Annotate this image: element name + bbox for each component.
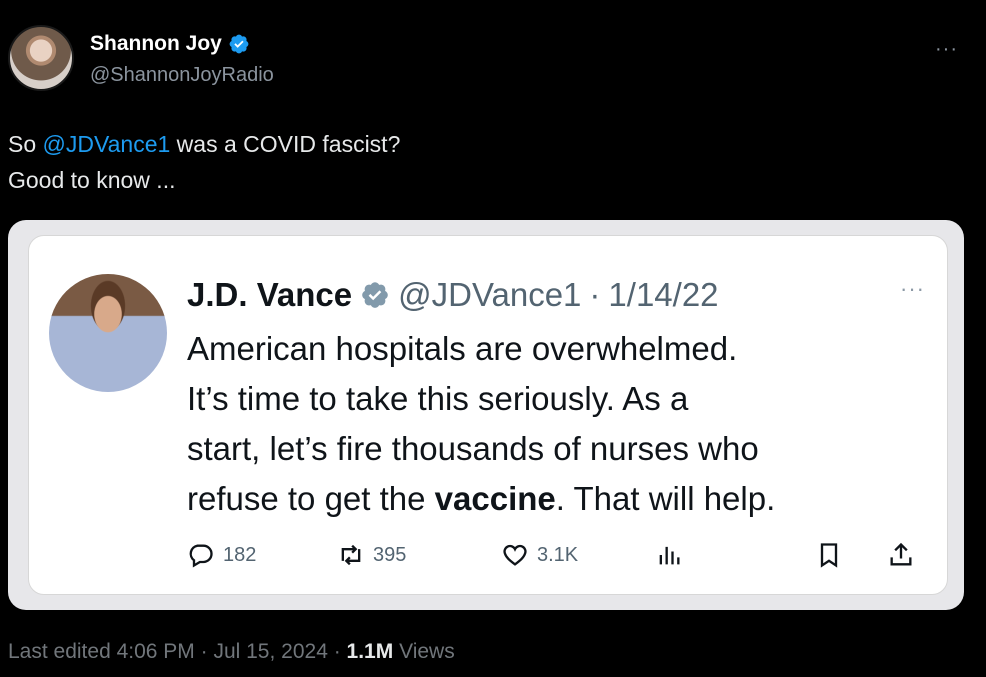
heart-icon bbox=[503, 544, 527, 566]
separator-dot: · bbox=[589, 276, 601, 313]
author-name[interactable]: Shannon Joy bbox=[90, 32, 222, 56]
like-button[interactable]: 3.1K bbox=[501, 541, 578, 569]
quoted-body-line4: refuse to get the vaccine. That will hel… bbox=[187, 474, 927, 524]
analytics-icon bbox=[659, 546, 680, 565]
quoted-post-frame: J.D. Vance @JDVance1 · 1/14/22 ··· Ameri… bbox=[8, 220, 964, 610]
post-header: Shannon Joy @ShannonJoyRadio ··· bbox=[8, 22, 978, 98]
quoted-more-options-icon[interactable]: ··· bbox=[900, 276, 925, 302]
post-text-prefix: So bbox=[8, 131, 43, 157]
post-text: So @JDVance1 was a COVID fascist? Good t… bbox=[8, 126, 400, 198]
edited-timestamp[interactable]: Last edited 4:06 PM · Jul 15, 2024 · bbox=[8, 640, 347, 663]
post-text-suffix: was a COVID fascist? bbox=[170, 131, 401, 157]
post-text-line2: Good to know ... bbox=[8, 167, 176, 193]
post-footer: Last edited 4:06 PM · Jul 15, 2024 · 1.1… bbox=[8, 640, 455, 664]
quoted-body-line4-post: . That will help. bbox=[555, 480, 776, 517]
quoted-post-card[interactable]: J.D. Vance @JDVance1 · 1/14/22 ··· Ameri… bbox=[28, 235, 948, 595]
mention-link[interactable]: @JDVance1 bbox=[43, 131, 171, 157]
author-handle[interactable]: @ShannonJoyRadio bbox=[90, 64, 274, 87]
quoted-body-line4-pre: refuse to get the bbox=[187, 480, 435, 517]
repost-button[interactable]: 395 bbox=[337, 541, 406, 569]
post-text-line1: So @JDVance1 was a COVID fascist? bbox=[8, 126, 400, 162]
reply-count: 182 bbox=[223, 543, 257, 566]
quoted-body-line1: American hospitals are overwhelmed. bbox=[187, 330, 738, 367]
share-icon bbox=[890, 542, 912, 566]
quoted-body-line3: start, let’s fire thousands of nurses wh… bbox=[187, 430, 759, 467]
bookmark-button[interactable] bbox=[815, 541, 843, 569]
quoted-post-date[interactable]: 1/14/22 bbox=[608, 276, 718, 314]
reply-icon bbox=[189, 544, 213, 568]
reply-button[interactable]: 182 bbox=[187, 541, 256, 569]
quoted-post-header: J.D. Vance @JDVance1 · 1/14/22 bbox=[187, 276, 719, 314]
views-button[interactable] bbox=[655, 541, 683, 569]
views-count: 1.1M bbox=[346, 640, 394, 663]
quoted-author-avatar[interactable] bbox=[49, 274, 167, 392]
quoted-post-actions: 182 395 3.1K bbox=[187, 541, 927, 575]
author-avatar[interactable] bbox=[8, 25, 74, 91]
repost-count: 395 bbox=[373, 543, 407, 566]
views-label: Views bbox=[393, 640, 455, 663]
quoted-body-bold-word: vaccine bbox=[434, 480, 556, 517]
quoted-author-name[interactable]: J.D. Vance bbox=[187, 276, 352, 314]
more-options-icon[interactable]: ··· bbox=[935, 38, 958, 61]
quoted-body-line2: It’s time to take this seriously. As a bbox=[187, 380, 689, 417]
repost-icon bbox=[341, 544, 361, 566]
share-button[interactable] bbox=[887, 541, 915, 569]
author-name-row: Shannon Joy bbox=[90, 32, 250, 56]
bookmark-icon bbox=[820, 543, 838, 568]
quoted-post-body: American hospitals are overwhelmed. It’s… bbox=[187, 324, 927, 524]
quoted-author-handle[interactable]: @JDVance1 bbox=[398, 276, 581, 314]
like-count: 3.1K bbox=[537, 543, 579, 566]
verified-badge-icon bbox=[229, 34, 249, 54]
verified-badge-icon bbox=[362, 282, 388, 308]
